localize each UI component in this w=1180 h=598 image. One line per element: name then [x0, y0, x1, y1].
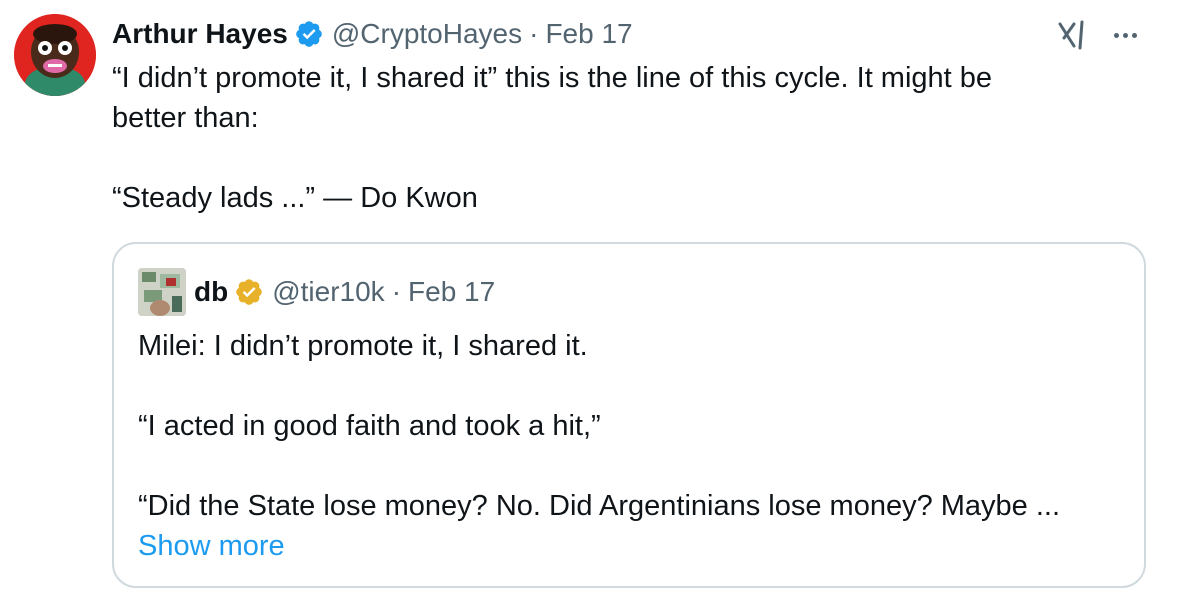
quoted-text-line: Milei: I didn’t promote it, I shared it. [138, 330, 588, 362]
tweet-header: Arthur Hayes @CryptoHayes · Feb 17 [112, 14, 633, 54]
more-options-icon[interactable] [1108, 20, 1142, 50]
quoted-tweet-card[interactable]: db @tier10k · Feb 17 Milei: I didn’t pro… [112, 242, 1146, 588]
quoted-tweet-date[interactable]: Feb 17 [408, 276, 495, 308]
gold-verified-badge-icon[interactable] [234, 277, 264, 307]
grok-icon[interactable] [1054, 18, 1088, 52]
tweet-text-line: “I didn’t promote it, I shared it” this … [112, 62, 993, 94]
quoted-text-line: “I acted in good faith and took a hit,” [138, 410, 601, 442]
author-name[interactable]: Arthur Hayes [112, 18, 288, 50]
separator-dot: · [529, 18, 539, 49]
tweet-text: “I didn’t promote it, I shared it” this … [112, 58, 1142, 218]
author-handle[interactable]: @CryptoHayes [332, 18, 522, 50]
tweet-text-line: “Steady lads ...” — Do Kwon [112, 182, 478, 214]
quoted-avatar-image [138, 268, 186, 316]
quoted-author-name[interactable]: db [194, 276, 228, 308]
quoted-tweet-header: db @tier10k · Feb 17 [194, 274, 495, 310]
quoted-author-handle[interactable]: @tier10k [272, 276, 384, 308]
tweet-date[interactable]: Feb 17 [545, 18, 632, 50]
author-avatar[interactable] [14, 14, 96, 96]
avatar-illustration [14, 14, 96, 96]
quoted-tweet-text: Milei: I didn’t promote it, I shared it.… [138, 326, 1128, 566]
blue-verified-badge-icon[interactable] [294, 19, 324, 49]
quoted-author-avatar[interactable] [138, 268, 186, 316]
show-more-link[interactable]: Show more [138, 526, 285, 566]
quoted-text-line: “Did the State lose money? No. Did Argen… [138, 490, 1061, 522]
tweet-text-line: better than: [112, 102, 259, 134]
separator-dot: · [391, 276, 402, 307]
